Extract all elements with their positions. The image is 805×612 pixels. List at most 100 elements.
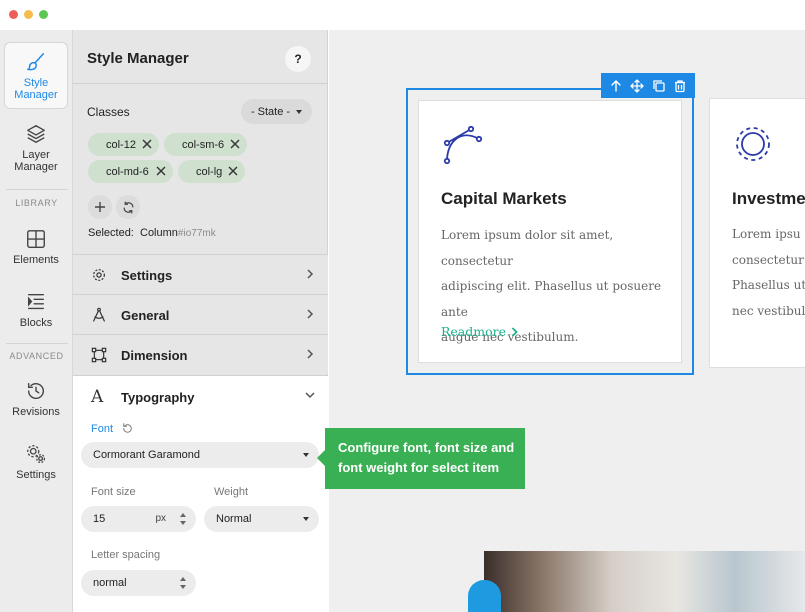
gear-icon <box>93 269 105 281</box>
reset-icon[interactable] <box>121 422 134 435</box>
help-button[interactable]: ? <box>285 46 311 72</box>
section-general[interactable]: General <box>73 294 328 334</box>
compass-icon <box>93 307 105 322</box>
class-tag[interactable]: col-sm-6 <box>164 133 247 156</box>
letter-spacing-input[interactable]: normal <box>81 570 196 596</box>
section-dimension[interactable]: Dimension <box>73 334 328 374</box>
minimize-window-button[interactable] <box>24 10 33 19</box>
brush-icon <box>27 53 45 71</box>
card-text-line: nec vestibul <box>732 303 805 318</box>
arrow-up-icon[interactable] <box>609 79 623 93</box>
rail-elements-label: Elements <box>13 254 59 266</box>
copy-icon[interactable] <box>652 79 666 93</box>
rail-heading-library: LIBRARY <box>15 198 58 208</box>
panel-header: Style Manager ? <box>73 30 328 84</box>
tooltip: Configure font, font size and font weigh… <box>317 428 525 489</box>
class-tag[interactable]: col-md-6 <box>88 160 173 183</box>
selected-label: Selected: <box>88 227 134 239</box>
card-text-line: consectetur <box>732 252 804 267</box>
panel-title: Style Manager <box>87 50 189 67</box>
letter-spacing-label: Letter spacing <box>91 549 161 561</box>
card-title: Investme <box>732 189 805 208</box>
state-select-value: - State - <box>250 105 291 118</box>
stepper-icon[interactable] <box>179 512 187 526</box>
caret-down-icon <box>303 517 309 521</box>
bezier-curve-icon <box>443 125 483 165</box>
card-text-line: adipiscing elit. Phasellus ut posuere an… <box>441 279 662 319</box>
section-dimension-label: Dimension <box>121 348 188 363</box>
rail-style-manager[interactable]: Style Manager <box>4 42 68 109</box>
window-titlebar <box>0 0 805 30</box>
font-size-label: Font size <box>91 486 136 498</box>
classes-label: Classes <box>87 105 130 119</box>
chevron-right-icon <box>511 326 518 337</box>
font-size-input[interactable]: 15 px <box>81 506 196 532</box>
sync-classes-button[interactable] <box>116 195 140 219</box>
class-tag[interactable]: col-lg <box>178 160 245 183</box>
service-card-selected[interactable]: Capital Markets Lorem ipsum dolor sit am… <box>406 88 694 375</box>
selected-info: Selected: Column#io77mk <box>88 227 216 239</box>
left-icon-rail: Style Manager Layer Manager LIBRARY Elem… <box>0 30 73 612</box>
selected-id: #io77mk <box>177 228 216 239</box>
background-photo <box>484 551 805 612</box>
history-icon <box>27 382 44 400</box>
trash-icon[interactable] <box>673 79 687 93</box>
rail-revisions-label: Revisions <box>12 406 60 418</box>
move-icon[interactable] <box>630 78 645 93</box>
sync-icon <box>123 200 133 214</box>
rail-layer-manager[interactable]: Layer Manager <box>4 123 68 173</box>
service-card[interactable]: Investme Lorem ipsu consectetur Phasellu… <box>709 98 805 368</box>
font-family-value: Cormorant Garamond <box>93 449 200 461</box>
font-weight-value: Normal <box>216 513 252 525</box>
remove-tag-icon[interactable] <box>141 138 153 150</box>
rail-revisions[interactable]: Revisions <box>4 380 68 418</box>
section-settings[interactable]: Settings <box>73 254 328 294</box>
tooltip-line: font weight for select item <box>338 460 500 475</box>
rail-blocks[interactable]: Blocks <box>4 291 68 329</box>
rail-divider <box>6 343 68 344</box>
class-tag-label: col-md-6 <box>106 165 149 178</box>
blue-shape <box>468 580 501 612</box>
weight-label: Weight <box>214 486 249 498</box>
chevron-right-icon <box>307 349 314 359</box>
layers-icon <box>27 125 45 143</box>
section-settings-label: Settings <box>121 268 173 283</box>
card-text-line: Phasellus ut <box>732 278 805 292</box>
zoom-window-button[interactable] <box>39 10 48 19</box>
state-select[interactable]: - State - <box>241 99 312 124</box>
rail-elements[interactable]: Elements <box>4 228 68 266</box>
close-window-button[interactable] <box>9 10 18 19</box>
font-weight-select[interactable]: Normal <box>204 506 319 532</box>
grid-icon <box>27 230 45 248</box>
class-tag-label: col-lg <box>196 165 223 178</box>
remove-tag-icon[interactable] <box>155 165 167 177</box>
plus-icon <box>95 202 105 212</box>
remove-tag-icon[interactable] <box>229 138 241 150</box>
rail-divider <box>6 189 68 190</box>
section-typography: A Typography Font Cormorant Garamond Fon… <box>73 375 328 612</box>
rail-settings-label: Settings <box>16 469 56 481</box>
font-size-unit[interactable]: px <box>155 513 166 524</box>
rail-layer-manager-label: Layer Manager <box>14 149 58 173</box>
style-manager-panel: Style Manager ? Classes - State - col-12… <box>73 30 328 612</box>
dimension-icon <box>91 347 107 363</box>
font-label: Font <box>91 423 114 435</box>
class-tag[interactable]: col-12 <box>88 133 159 156</box>
readmore-link[interactable]: Readmore <box>441 324 518 339</box>
readmore-label: Readmore <box>441 324 507 339</box>
chevron-down-icon[interactable] <box>304 389 316 401</box>
gears-icon <box>27 445 46 464</box>
add-class-button[interactable] <box>88 195 112 219</box>
rail-heading-advanced: ADVANCED <box>9 351 64 361</box>
font-family-select[interactable]: Cormorant Garamond <box>81 442 319 468</box>
rail-blocks-label: Blocks <box>19 317 53 329</box>
font-size-value: 15 <box>93 513 106 525</box>
remove-tag-icon[interactable] <box>227 165 239 177</box>
section-typography-label[interactable]: Typography <box>121 390 194 405</box>
blocks-icon <box>27 293 45 310</box>
class-tag-label: col-sm-6 <box>182 138 225 151</box>
stepper-icon[interactable] <box>179 576 187 590</box>
rail-settings[interactable]: Settings <box>4 443 68 481</box>
tooltip-line: Configure font, font size and <box>338 440 515 455</box>
gear-icon <box>736 127 770 161</box>
